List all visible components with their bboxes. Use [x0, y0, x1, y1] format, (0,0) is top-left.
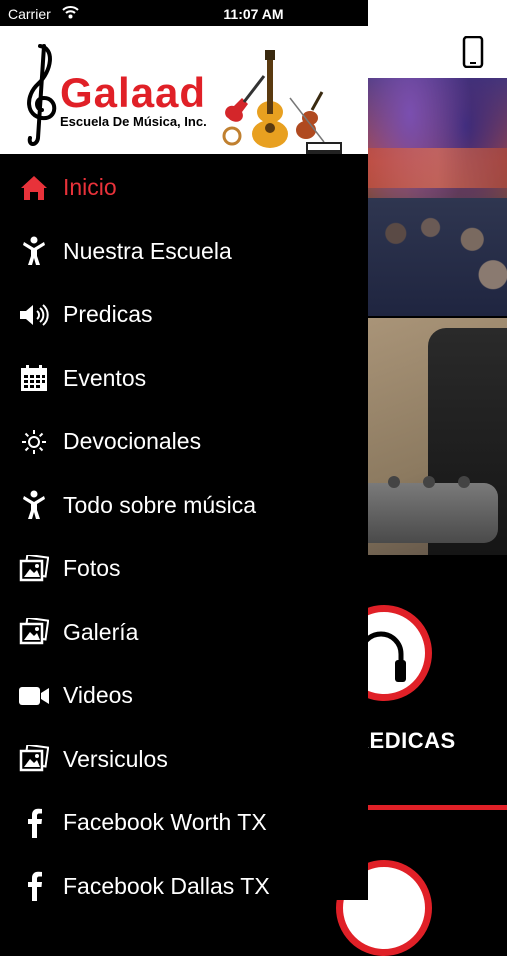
menu-item-label: Predicas — [63, 301, 153, 328]
audience-photo[interactable] — [368, 78, 507, 316]
photos-icon — [18, 553, 50, 585]
menu-item-label: Videos — [63, 682, 133, 709]
home-icon — [18, 172, 50, 204]
menu-item-label: Fotos — [63, 555, 121, 582]
menu-item-label: Eventos — [63, 364, 147, 391]
person-icon — [18, 489, 50, 521]
section-divider — [368, 805, 507, 810]
calendar-icon — [18, 362, 50, 394]
menu-item-devocionales[interactable]: Devocionales — [0, 410, 368, 474]
predicas-section-label[interactable]: PREDICAS — [368, 728, 507, 754]
carrier-label: Carrier — [8, 6, 51, 22]
menu-item-facebook-dallas-tx[interactable]: Facebook Dallas TX — [0, 855, 368, 919]
menu-item-eventos[interactable]: Eventos — [0, 347, 368, 411]
menu-item-label: Nuestra Escuela — [63, 237, 232, 264]
menu-item-inicio[interactable]: Inicio — [0, 156, 368, 220]
menu-item-predicas[interactable]: Predicas — [0, 283, 368, 347]
menu-item-facebook-worth-tx[interactable]: Facebook Worth TX — [0, 791, 368, 855]
school-logo: Galaad Escuela De Música, Inc. — [0, 26, 368, 154]
menu-item-label: Inicio — [63, 174, 117, 201]
drawer-menu: Inicio Nuestra Escuela Predicas Eventos — [0, 156, 368, 918]
video-camera-icon — [18, 680, 50, 712]
wifi-icon — [62, 6, 79, 19]
photos-icon — [18, 616, 50, 648]
photos-icon — [18, 743, 50, 775]
menu-item-nuestra-escuela[interactable]: Nuestra Escuela — [0, 220, 368, 284]
menu-item-videos[interactable]: Videos — [0, 664, 368, 728]
menu-item-label: Versiculos — [63, 745, 168, 772]
menu-item-fotos[interactable]: Fotos — [0, 537, 368, 601]
menu-item-label: Facebook Worth TX — [63, 809, 267, 836]
logo-subtitle: Escuela De Música, Inc. — [60, 114, 207, 129]
menu-item-label: Devocionales — [63, 428, 202, 455]
mobile-device-icon[interactable] — [462, 36, 484, 68]
menu-item-todo-sobre-musica[interactable]: Todo sobre música — [0, 474, 368, 538]
logo-title: Galaad — [60, 69, 207, 116]
sun-icon — [18, 426, 50, 458]
speaker-icon — [18, 299, 50, 331]
menu-item-label: Todo sobre música — [63, 491, 257, 518]
menu-item-galeria[interactable]: Galería — [0, 601, 368, 665]
navigation-drawer: Galaad Escuela De Música, Inc. Inicio Nu… — [0, 26, 368, 902]
guitar-photo[interactable] — [368, 318, 507, 555]
menu-item-versiculos[interactable]: Versiculos — [0, 728, 368, 792]
person-icon — [18, 235, 50, 267]
menu-item-label: Galería — [63, 618, 139, 645]
status-bar: Carrier — [0, 0, 368, 26]
facebook-icon — [18, 870, 50, 902]
facebook-icon — [18, 807, 50, 839]
menu-item-label: Facebook Dallas TX — [63, 872, 270, 899]
